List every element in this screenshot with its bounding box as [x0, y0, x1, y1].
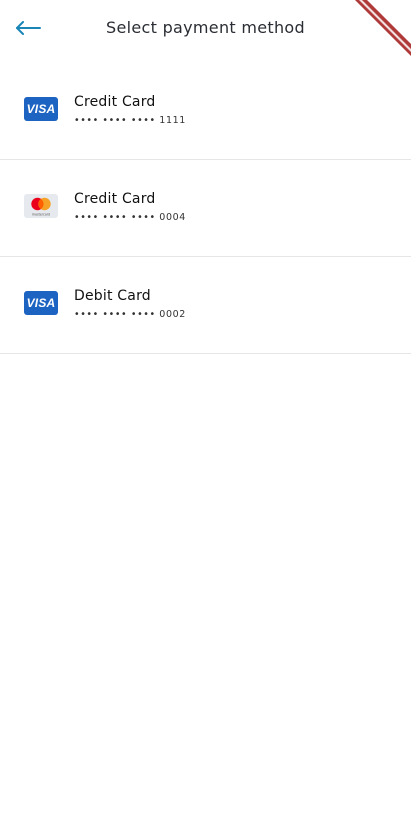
page-title: Select payment method [106, 18, 305, 37]
visa-logo-icon: VISA [24, 97, 58, 121]
card-type-label: Credit Card [74, 94, 156, 110]
card-type-label: Debit Card [74, 288, 151, 304]
payment-method-item[interactable]: mastercard Credit Card •••• •••• •••• 00… [0, 160, 411, 257]
masked-card-number: •••• •••• •••• 0004 [74, 212, 186, 223]
svg-text:mastercard: mastercard [32, 213, 50, 217]
debug-banner [351, 0, 411, 60]
app-header: Select payment method [0, 0, 411, 58]
payment-method-list: VISA Credit Card •••• •••• •••• 1111 mas… [0, 63, 411, 354]
card-type-label: Credit Card [74, 191, 156, 207]
masked-card-number: •••• •••• •••• 1111 [74, 115, 186, 126]
payment-method-item[interactable]: VISA Debit Card •••• •••• •••• 0002 [0, 257, 411, 354]
mastercard-logo-icon: mastercard [24, 194, 58, 218]
masked-card-number: •••• •••• •••• 0002 [74, 309, 186, 320]
payment-method-item[interactable]: VISA Credit Card •••• •••• •••• 1111 [0, 63, 411, 160]
visa-logo-icon: VISA [24, 291, 58, 315]
